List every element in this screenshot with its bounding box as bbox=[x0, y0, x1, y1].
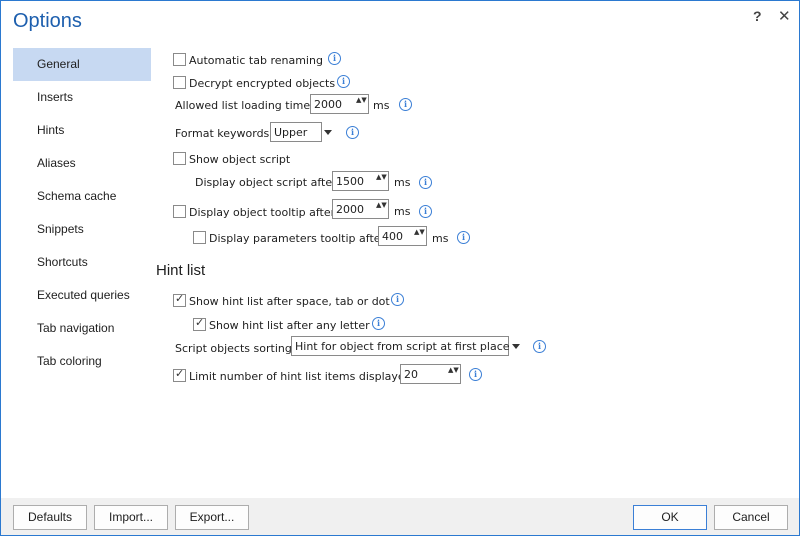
cancel-button[interactable]: Cancel bbox=[714, 505, 788, 530]
nav-item-hints[interactable]: Hints bbox=[13, 114, 151, 147]
info-icon[interactable]: i bbox=[419, 205, 432, 218]
object-script-after-stepper[interactable]: 1500 ▲▼ bbox=[332, 171, 389, 191]
options-dialog: Options ? ✕ General Inserts Hints Aliase… bbox=[0, 0, 800, 536]
nav-item-executed-queries[interactable]: Executed queries bbox=[13, 279, 151, 312]
dialog-title: Options bbox=[13, 10, 82, 32]
object-tooltip-value: 2000 bbox=[336, 203, 364, 216]
show-hint-after-space-label: Show hint list after space, tab or dot bbox=[189, 295, 390, 308]
hint-list-heading: Hint list bbox=[156, 262, 206, 279]
check-icon: ✓ bbox=[195, 316, 205, 329]
info-icon[interactable]: i bbox=[337, 75, 350, 88]
spin-arrows-icon[interactable]: ▲▼ bbox=[448, 366, 459, 374]
spin-arrows-icon[interactable]: ▲▼ bbox=[376, 201, 387, 209]
info-icon[interactable]: i bbox=[328, 52, 341, 65]
spin-arrows-icon[interactable]: ▲▼ bbox=[376, 173, 387, 181]
import-button[interactable]: Import... bbox=[94, 505, 168, 530]
limit-items-value: 20 bbox=[404, 368, 418, 381]
help-icon[interactable]: ? bbox=[753, 8, 762, 24]
ok-button[interactable]: OK bbox=[633, 505, 707, 530]
limit-items-label: Limit number of hint list items displaye… bbox=[189, 370, 416, 383]
format-keywords-label: Format keywords: bbox=[175, 127, 273, 140]
list-loading-time-value: 2000 bbox=[314, 98, 342, 111]
decrypt-objects-checkbox[interactable] bbox=[173, 76, 186, 89]
nav-item-tab-coloring[interactable]: Tab coloring bbox=[13, 345, 151, 378]
object-script-after-unit: ms bbox=[394, 176, 411, 189]
export-button[interactable]: Export... bbox=[175, 505, 249, 530]
auto-tab-renaming-label: Automatic tab renaming bbox=[189, 54, 323, 67]
nav-item-aliases[interactable]: Aliases bbox=[13, 147, 151, 180]
check-icon: ✓ bbox=[175, 292, 185, 305]
show-object-script-label: Show object script bbox=[189, 153, 291, 166]
sorting-select[interactable]: Hint for object from script at first pla… bbox=[291, 336, 510, 356]
info-icon[interactable]: i bbox=[391, 293, 404, 306]
show-hint-after-letter-label: Show hint list after any letter bbox=[209, 319, 370, 332]
limit-items-stepper[interactable]: 20 ▲▼ bbox=[400, 364, 461, 384]
params-tooltip-checkbox[interactable] bbox=[193, 231, 206, 244]
info-icon[interactable]: i bbox=[469, 368, 482, 381]
show-hint-after-letter-checkbox[interactable]: ✓ bbox=[193, 316, 206, 331]
info-icon[interactable]: i bbox=[457, 231, 470, 244]
list-loading-time-unit: ms bbox=[373, 99, 390, 112]
dialog-footer: Defaults Import... Export... OK Cancel bbox=[1, 498, 799, 535]
info-icon[interactable]: i bbox=[419, 176, 432, 189]
object-tooltip-checkbox[interactable] bbox=[173, 205, 186, 218]
spin-arrows-icon[interactable]: ▲▼ bbox=[356, 96, 367, 104]
object-tooltip-stepper[interactable]: 2000 ▲▼ bbox=[332, 199, 389, 219]
chevron-down-icon[interactable] bbox=[324, 130, 332, 135]
info-icon[interactable]: i bbox=[399, 98, 412, 111]
nav-item-tab-navigation[interactable]: Tab navigation bbox=[13, 312, 151, 345]
check-icon: ✓ bbox=[175, 367, 185, 380]
show-object-script-checkbox[interactable] bbox=[173, 152, 186, 165]
nav-item-shortcuts[interactable]: Shortcuts bbox=[13, 246, 151, 279]
show-hint-after-space-checkbox[interactable]: ✓ bbox=[173, 292, 186, 307]
info-icon[interactable]: i bbox=[533, 340, 546, 353]
object-tooltip-label: Display object tooltip after: bbox=[189, 206, 339, 219]
list-loading-time-stepper[interactable]: 2000 ▲▼ bbox=[310, 94, 369, 114]
info-icon[interactable]: i bbox=[372, 317, 385, 330]
list-loading-time-label: Allowed list loading time: bbox=[175, 99, 314, 112]
limit-items-checkbox[interactable]: ✓ bbox=[173, 367, 186, 382]
params-tooltip-unit: ms bbox=[432, 232, 449, 245]
format-keywords-value: Upper bbox=[274, 126, 308, 139]
params-tooltip-value: 400 bbox=[382, 230, 403, 243]
object-script-after-value: 1500 bbox=[336, 175, 364, 188]
params-tooltip-stepper[interactable]: 400 ▲▼ bbox=[378, 226, 427, 246]
sorting-label: Script objects sorting: bbox=[175, 342, 296, 355]
defaults-button[interactable]: Defaults bbox=[13, 505, 87, 530]
sorting-value: Hint for object from script at first pla… bbox=[295, 340, 510, 353]
auto-tab-renaming-checkbox[interactable] bbox=[173, 53, 186, 66]
nav-item-snippets[interactable]: Snippets bbox=[13, 213, 151, 246]
format-keywords-select[interactable]: Upper bbox=[270, 122, 322, 142]
object-script-after-label: Display object script after: bbox=[195, 176, 341, 189]
nav-item-general[interactable]: General bbox=[13, 48, 151, 81]
nav-item-schema-cache[interactable]: Schema cache bbox=[13, 180, 151, 213]
close-icon[interactable]: ✕ bbox=[778, 7, 791, 25]
info-icon[interactable]: i bbox=[346, 126, 359, 139]
object-tooltip-unit: ms bbox=[394, 205, 411, 218]
params-tooltip-label: Display parameters tooltip after: bbox=[209, 232, 389, 245]
nav-item-inserts[interactable]: Inserts bbox=[13, 81, 151, 114]
chevron-down-icon[interactable] bbox=[512, 344, 520, 349]
decrypt-objects-label: Decrypt encrypted objects bbox=[189, 77, 336, 90]
spin-arrows-icon[interactable]: ▲▼ bbox=[414, 228, 425, 236]
